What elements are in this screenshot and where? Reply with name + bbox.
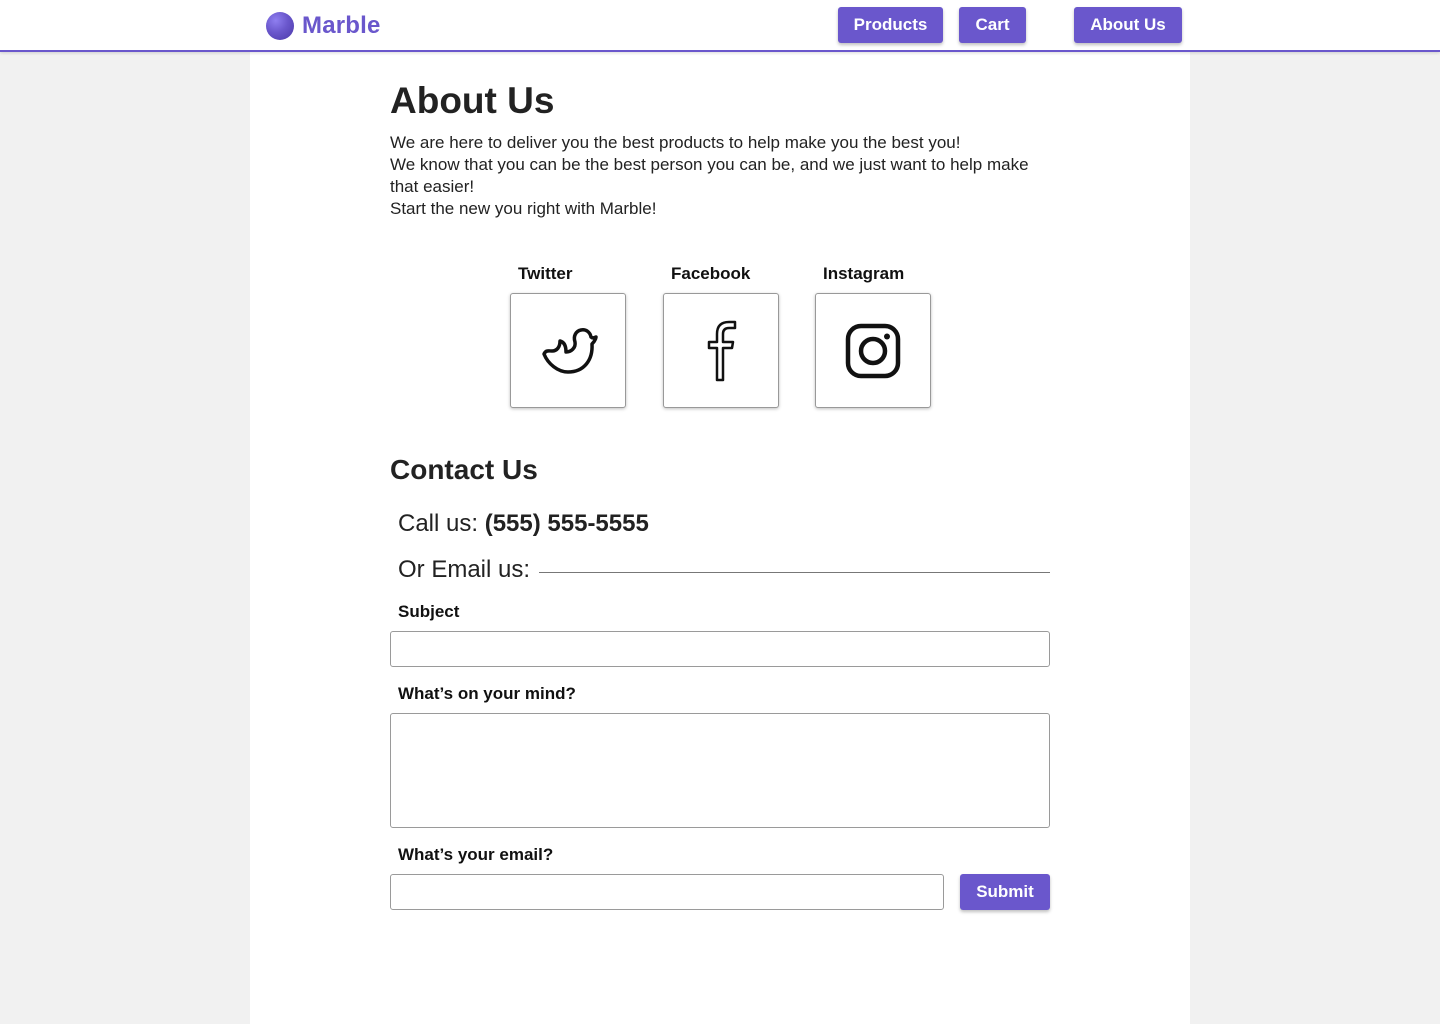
- nav-about-button[interactable]: About Us: [1074, 7, 1182, 43]
- instagram-link[interactable]: [815, 293, 931, 408]
- social-label-twitter: Twitter: [518, 264, 573, 283]
- social-facebook: Facebook: [663, 264, 779, 408]
- social-twitter: Twitter: [510, 264, 626, 408]
- message-textarea[interactable]: [390, 713, 1050, 828]
- email-label: What’s your email?: [398, 845, 554, 864]
- message-label: What’s on your mind?: [398, 684, 576, 703]
- subject-input[interactable]: [390, 631, 1050, 667]
- instagram-camera-icon: [845, 323, 901, 378]
- contact-title: Contact Us: [390, 454, 538, 485]
- twitter-link[interactable]: [510, 293, 626, 408]
- nav-products-button[interactable]: Products: [838, 7, 943, 43]
- about-line: We are here to deliver you the best prod…: [390, 133, 961, 152]
- email-input[interactable]: [390, 874, 944, 910]
- about-line: Start the new you right with Marble!: [390, 199, 657, 218]
- about-line: We know that you can be the best person …: [390, 155, 1029, 196]
- facebook-f-icon: [707, 320, 737, 381]
- main-content: About Us We are here to deliver you the …: [250, 52, 1190, 1024]
- marble-logo-icon: [266, 12, 294, 40]
- brand-name: Marble: [302, 12, 381, 39]
- email-us-label: Or Email us:: [398, 556, 531, 583]
- page-title: About Us: [390, 80, 555, 121]
- subject-label: Subject: [398, 602, 460, 621]
- facebook-link[interactable]: [663, 293, 779, 408]
- social-label-facebook: Facebook: [671, 264, 751, 283]
- twitter-bird-icon: [542, 327, 598, 374]
- call-us-line: Call us: (555) 555-5555: [398, 510, 649, 538]
- phone-number: (555) 555-5555: [484, 510, 649, 537]
- social-instagram: Instagram: [815, 264, 931, 408]
- nav-cart-button[interactable]: Cart: [959, 7, 1026, 43]
- email-divider: [539, 572, 1050, 573]
- top-nav-bar: Marble Products Cart About Us: [0, 0, 1440, 52]
- about-description: We are here to deliver you the best prod…: [390, 132, 1030, 220]
- call-us-label: Call us:: [398, 510, 479, 537]
- social-label-instagram: Instagram: [823, 264, 905, 283]
- submit-button[interactable]: Submit: [960, 874, 1050, 910]
- brand-logo[interactable]: Marble: [266, 11, 381, 41]
